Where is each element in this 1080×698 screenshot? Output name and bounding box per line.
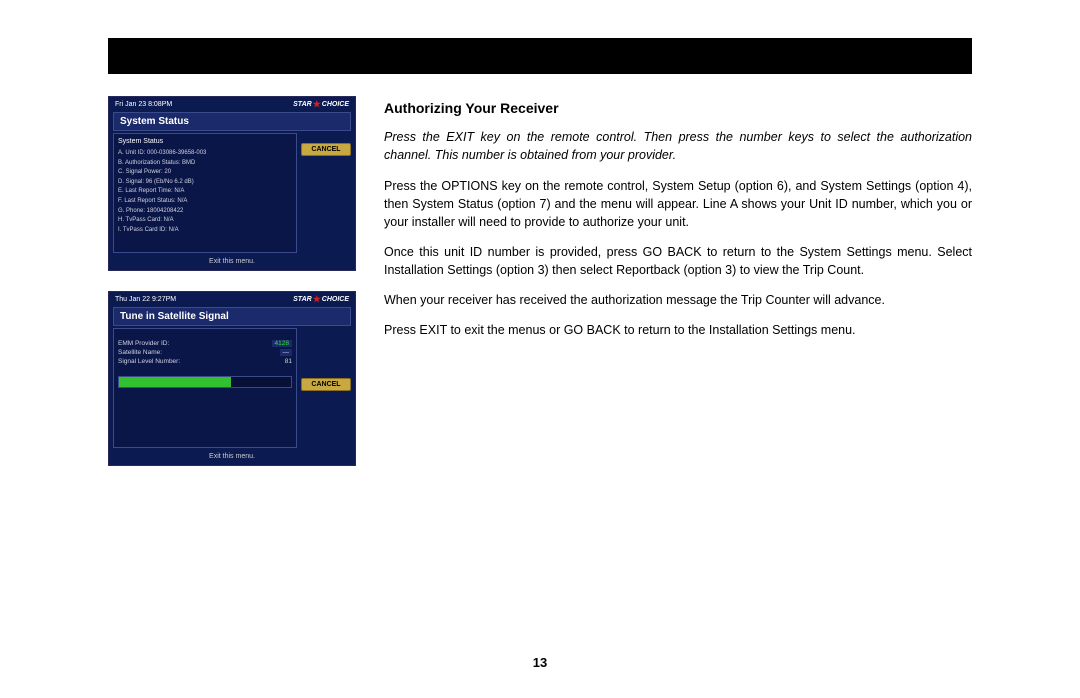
status-line-a: A. Unit ID: 000-03086-39658-003 bbox=[118, 149, 292, 159]
ss2-panel: EMM Provider ID: 4128 Satellite Name: — … bbox=[113, 328, 297, 448]
provider-logo: STAR ★ CHOICE bbox=[293, 294, 349, 305]
top-black-bar bbox=[108, 38, 972, 74]
cancel-button[interactable]: CANCEL bbox=[301, 378, 351, 391]
section-heading: Authorizing Your Receiver bbox=[384, 98, 972, 118]
system-status-screenshot: Fri Jan 23 8:08PM STAR ★ CHOICE System S… bbox=[108, 96, 356, 271]
emm-provider-value: 4128 bbox=[272, 340, 292, 347]
ss1-footer: Exit this menu. bbox=[109, 255, 355, 266]
status-line-b: B. Authorization Status: BMD bbox=[118, 159, 292, 169]
status-line-i: I. TvPass Card ID: N/A bbox=[118, 226, 292, 236]
satellite-name-row: Satellite Name: — bbox=[118, 348, 292, 357]
text-column: Authorizing Your Receiver Press the EXIT… bbox=[384, 96, 972, 466]
cancel-button[interactable]: CANCEL bbox=[301, 143, 351, 156]
ss1-body: System Status A. Unit ID: 000-03086-3965… bbox=[109, 131, 355, 255]
signal-level-row: Signal Level Number: 81 bbox=[118, 357, 292, 366]
status-line-f: F. Last Report Status: N/A bbox=[118, 197, 292, 207]
page-number: 13 bbox=[533, 655, 547, 670]
signal-bar-fill bbox=[119, 377, 231, 387]
ss1-title: System Status bbox=[113, 112, 351, 131]
ss1-panel: System Status A. Unit ID: 000-03086-3965… bbox=[113, 133, 297, 253]
ss2-title: Tune in Satellite Signal bbox=[113, 307, 351, 326]
status-line-d: D. Signal: 96 (Eb/No 6.2 dB) bbox=[118, 178, 292, 188]
ss2-header: Thu Jan 22 9:27PM STAR ★ CHOICE bbox=[109, 292, 355, 307]
para-5: Press EXIT to exit the menus or GO BACK … bbox=[384, 321, 972, 339]
ss2-body: EMM Provider ID: 4128 Satellite Name: — … bbox=[109, 326, 355, 450]
para-2: Press the OPTIONS key on the remote cont… bbox=[384, 177, 972, 231]
para-4: When your receiver has received the auth… bbox=[384, 291, 972, 309]
status-line-g: G. Phone: 18004208422 bbox=[118, 207, 292, 217]
star-icon: ★ bbox=[313, 99, 321, 110]
provider-logo: STAR ★ CHOICE bbox=[293, 99, 349, 110]
ss1-side: CANCEL bbox=[301, 133, 351, 253]
content-area: Fri Jan 23 8:08PM STAR ★ CHOICE System S… bbox=[108, 96, 972, 466]
ss1-datetime: Fri Jan 23 8:08PM bbox=[115, 101, 172, 108]
para-3: Once this unit ID number is provided, pr… bbox=[384, 243, 972, 279]
para-1: Press the EXIT key on the remote control… bbox=[384, 128, 972, 164]
satellite-name-value: — bbox=[280, 349, 293, 356]
screenshots-column: Fri Jan 23 8:08PM STAR ★ CHOICE System S… bbox=[108, 96, 356, 466]
status-line-c: C. Signal Power: 20 bbox=[118, 168, 292, 178]
status-line-h: H. TvPass Card: N/A bbox=[118, 216, 292, 226]
star-icon: ★ bbox=[313, 294, 321, 305]
ss1-header: Fri Jan 23 8:08PM STAR ★ CHOICE bbox=[109, 97, 355, 112]
emm-provider-row: EMM Provider ID: 4128 bbox=[118, 339, 292, 348]
tune-satellite-screenshot: Thu Jan 22 9:27PM STAR ★ CHOICE Tune in … bbox=[108, 291, 356, 466]
ss2-datetime: Thu Jan 22 9:27PM bbox=[115, 296, 176, 303]
ss2-footer: Exit this menu. bbox=[109, 450, 355, 461]
status-line-e: E. Last Report Time: N/A bbox=[118, 187, 292, 197]
signal-bar bbox=[118, 376, 292, 388]
ss1-panel-header: System Status bbox=[118, 138, 292, 145]
ss2-side: CANCEL bbox=[301, 328, 351, 448]
signal-level-value: 81 bbox=[285, 358, 292, 365]
